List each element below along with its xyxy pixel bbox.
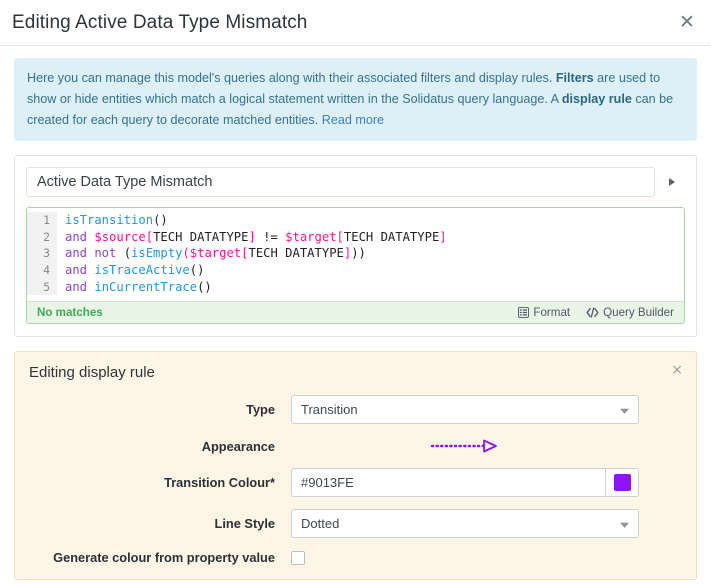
line-number: 2 <box>43 229 50 244</box>
close-icon[interactable]: ✕ <box>677 13 697 33</box>
chevron-down-icon <box>620 402 629 417</box>
type-select[interactable]: Transition <box>291 395 639 425</box>
line-number-gutter: 12 3 45 <box>27 212 57 296</box>
format-icon <box>518 307 530 319</box>
code-token: [ <box>336 229 344 244</box>
query-code-editor[interactable]: 12345 isTransition() and $source[TECH DAT… <box>26 207 685 325</box>
field-row-transition-colour: Transition Colour* <box>29 468 682 498</box>
format-button[interactable]: Format <box>518 306 570 319</box>
code-token: and <box>65 279 95 294</box>
display-rule-panel: Editing display rule × Type Transition A… <box>14 351 697 581</box>
line-number: 1 <box>43 213 50 228</box>
expand-query-icon[interactable] <box>659 167 685 197</box>
modal-body: Here you can manage this model's queries… <box>0 46 711 581</box>
colour-input-group <box>291 468 639 498</box>
field-row-generate-colour: Generate colour from property value <box>29 550 682 565</box>
type-control: Transition <box>291 395 682 425</box>
code-token: isTraceActive <box>94 263 190 278</box>
generate-colour-control <box>291 550 682 565</box>
code-line: and $source[TECH DATATYPE] != $target[TE… <box>65 229 684 246</box>
editor-body: 12345 isTransition() and $source[TECH DAT… <box>27 208 684 302</box>
code-token: () <box>153 213 168 228</box>
code-token: ( <box>123 246 132 261</box>
modal-header: Editing Active Data Type Mismatch ✕ <box>0 0 711 46</box>
line-style-select[interactable]: Dotted <box>291 509 639 539</box>
chevron-down-icon <box>620 516 629 531</box>
code-area[interactable]: isTransition() and $source[TECH DATATYPE]… <box>57 212 684 295</box>
query-builder-button[interactable]: Query Builder <box>586 306 674 319</box>
code-token: [ <box>145 229 154 244</box>
colour-swatch <box>613 474 631 492</box>
code-token: and <box>65 263 95 278</box>
code-token: and not <box>65 246 124 261</box>
display-rule-close-icon[interactable]: × <box>671 363 683 377</box>
code-token: ( <box>182 246 190 261</box>
editor-footer: No matches Format Query Builder <box>27 301 684 324</box>
code-line: isTransition() <box>65 212 684 229</box>
code-token: )) <box>351 246 366 261</box>
format-label: Format <box>533 306 571 320</box>
code-token: ] <box>248 229 256 244</box>
line-number: 5 <box>43 279 50 294</box>
code-token: $target <box>189 246 242 261</box>
line-style-select-value: Dotted <box>301 516 340 532</box>
line-style-control: Dotted <box>291 509 682 539</box>
field-row-line-style: Line Style Dotted <box>29 509 682 539</box>
dotted-arrow-icon <box>430 439 497 453</box>
page-title: Editing Active Data Type Mismatch <box>12 11 308 33</box>
type-select-value: Transition <box>301 402 358 418</box>
line-number: 3 <box>43 246 50 261</box>
query-builder-label: Query Builder <box>603 306 674 320</box>
appearance-label: Appearance <box>201 438 275 454</box>
code-token: inCurrentTrace <box>94 279 198 294</box>
code-line: and not (isEmpty($target[TECH DATATYPE])… <box>65 245 684 262</box>
transition-colour-control <box>291 468 682 498</box>
code-token: isEmpty <box>131 246 183 261</box>
query-name-input[interactable] <box>26 167 655 198</box>
query-name-row <box>26 167 685 198</box>
query-card: 12345 isTransition()and $source[TECH DAT… <box>14 155 697 338</box>
code-token: () <box>197 279 212 294</box>
code-token: isTransition <box>65 213 154 228</box>
info-bold-filters: Filters <box>555 71 594 85</box>
info-bold-display-rule: display rule <box>561 91 632 106</box>
code-line: and inCurrentTrace() <box>65 279 684 296</box>
line-number: 4 <box>43 263 50 278</box>
code-token: () <box>189 263 205 278</box>
code-token: TECH DATATYPE <box>153 229 249 244</box>
appearance-preview <box>291 436 639 456</box>
match-status: No matches <box>37 306 103 320</box>
code-token: != <box>255 229 286 244</box>
code-token: TECH DATATYPE <box>248 246 344 261</box>
generate-colour-label: Generate colour from property value <box>53 550 275 566</box>
code-token: $source <box>94 229 146 244</box>
transition-colour-input[interactable] <box>291 468 605 498</box>
info-banner: Here you can manage this model's queries… <box>14 58 697 142</box>
code-line: and isTraceActive() <box>65 262 684 279</box>
code-icon <box>586 307 599 318</box>
code-token: and <box>65 229 95 244</box>
transition-colour-label: Transition Colour* <box>164 475 275 491</box>
type-label: Type <box>246 402 275 418</box>
code-token: $target <box>285 229 337 244</box>
display-rule-title: Editing display rule <box>29 364 155 382</box>
field-row-appearance: Appearance <box>29 436 682 456</box>
colour-picker-button[interactable] <box>605 468 639 498</box>
info-text-part1: Here you can manage this model's queries… <box>27 71 556 85</box>
appearance-control <box>291 436 682 456</box>
line-style-label: Line Style <box>214 516 275 532</box>
code-token: ] <box>439 229 447 244</box>
field-row-type: Type Transition <box>29 395 682 425</box>
code-token: TECH DATATYPE <box>343 229 440 244</box>
generate-colour-checkbox[interactable] <box>291 550 305 565</box>
read-more-link[interactable]: Read more <box>322 113 384 127</box>
